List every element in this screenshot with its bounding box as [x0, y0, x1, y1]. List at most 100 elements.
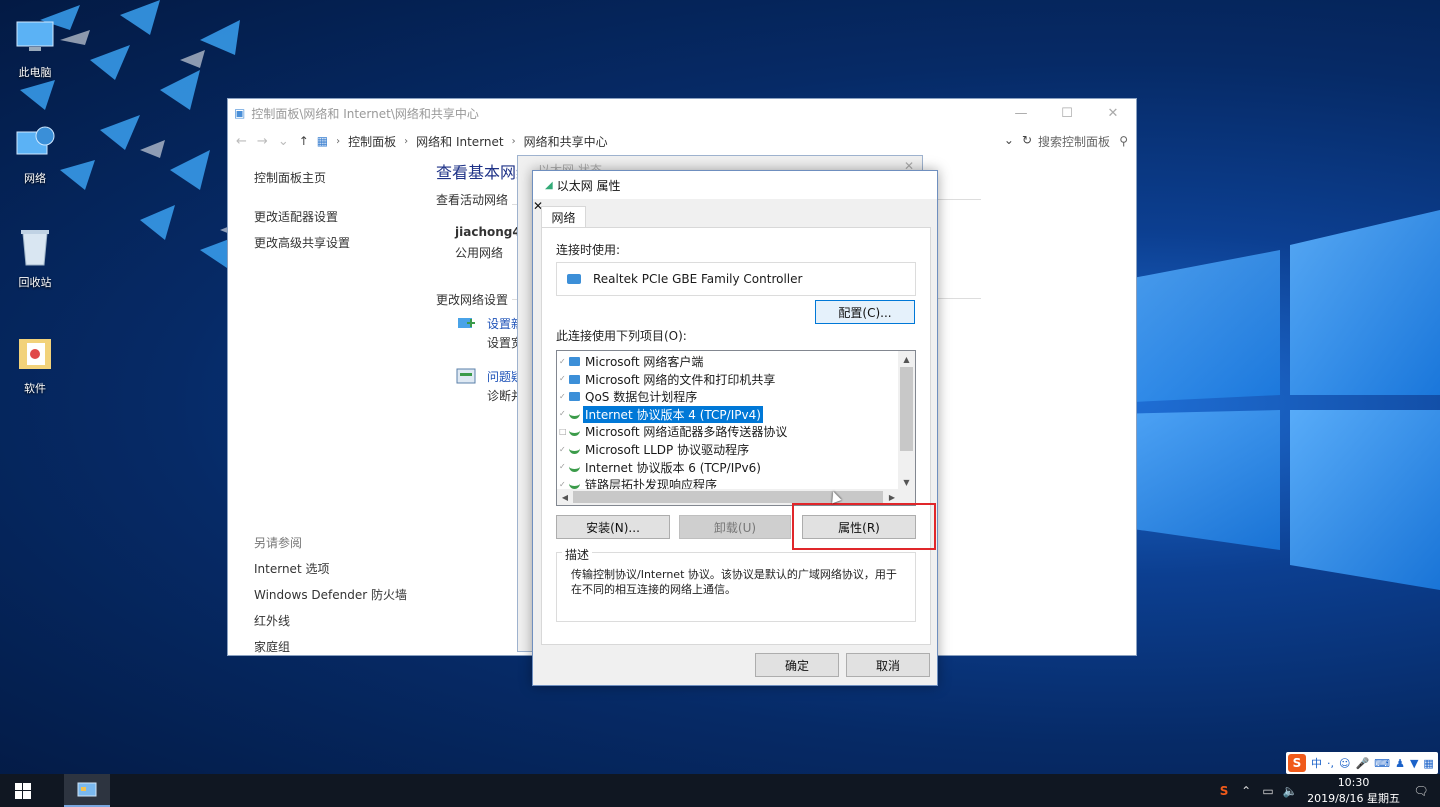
see-also-homegroup[interactable]: 家庭组 [254, 638, 407, 655]
recent-chevron-icon[interactable]: ⌄ [278, 134, 289, 149]
emoji-icon[interactable]: ☺ [1339, 757, 1350, 770]
dialog-titlebar: ◢ 以太网 属性 [533, 171, 937, 199]
taskbar-app-control-panel[interactable] [64, 774, 110, 807]
list-item[interactable]: ✓ Internet 协议版本 4 (TCP/IPv4) [557, 404, 764, 424]
network-tab-panel: 连接时使用: Realtek PCIe GBE Family Controlle… [541, 227, 931, 645]
control-panel-icon: ▦ [316, 134, 329, 148]
scroll-left-arrow-icon[interactable]: ◀ [557, 489, 573, 505]
uninstall-button[interactable]: 卸载(U) [679, 515, 791, 539]
scroll-up-arrow-icon[interactable]: ▲ [898, 351, 915, 367]
checkbox-checked-icon[interactable]: ✓ [559, 357, 567, 366]
checkbox-checked-icon[interactable]: ✓ [559, 480, 567, 489]
cancel-button[interactable]: 取消 [846, 653, 930, 677]
punctuation-icon[interactable]: ·, [1327, 757, 1334, 770]
ime-mode-toggle[interactable]: 中 [1311, 755, 1322, 771]
toolbox-icon[interactable]: ▦ [1423, 757, 1433, 770]
checkbox-checked-icon[interactable]: ✓ [559, 375, 567, 383]
breadcrumb-item[interactable]: 网络和 Internet [416, 133, 503, 150]
highlight-annotation-box [792, 503, 936, 550]
see-also-infrared[interactable]: 红外线 [254, 612, 407, 629]
network-client-icon [569, 374, 580, 384]
checkbox-unchecked-icon[interactable]: □ [559, 427, 567, 436]
keyboard-icon[interactable]: ⌨ [1374, 757, 1390, 770]
sidebar-item-advanced-sharing[interactable]: 更改高级共享设置 [254, 234, 424, 251]
show-hidden-icons-chevron-icon[interactable]: ⌃ [1235, 784, 1257, 798]
sidebar-item-home[interactable]: 控制面板主页 [254, 169, 424, 186]
scrollbar-thumb[interactable] [900, 367, 913, 451]
sidebar: 控制面板主页 更改适配器设置 更改高级共享设置 [254, 169, 424, 260]
adapter-name: Realtek PCIe GBE Family Controller [593, 272, 803, 286]
divider [938, 298, 981, 299]
checkbox-checked-icon[interactable]: ✓ [559, 392, 567, 401]
breadcrumb-item[interactable]: 网络和共享中心 [524, 133, 608, 150]
dialog-close-button[interactable]: ✕ [533, 199, 937, 213]
network-tray-icon[interactable]: ▭ [1257, 784, 1279, 798]
maximize-button[interactable]: ☐ [1044, 99, 1090, 127]
desktop-icon-label: 此电脑 [18, 66, 52, 79]
microphone-icon[interactable]: 🎤 [1355, 757, 1369, 770]
network-globe-icon [12, 120, 58, 166]
vertical-scrollbar[interactable]: ▲ ▼ [898, 351, 915, 490]
search-input[interactable]: 搜索控制面板 ⚲ [1038, 130, 1128, 152]
items-label: 此连接使用下列项目(O): [556, 329, 687, 343]
desktop-icon-label: 软件 [24, 382, 46, 395]
sidebar-item-adapter-settings[interactable]: 更改适配器设置 [254, 208, 424, 225]
list-item[interactable]: ✓ Internet 协议版本 6 (TCP/IPv6) [557, 459, 763, 476]
checkbox-checked-icon[interactable]: ✓ [559, 463, 567, 471]
list-item-label: Microsoft 网络的文件和打印机共享 [585, 372, 776, 387]
minimize-button[interactable]: — [998, 99, 1044, 127]
chevron-right-icon: › [404, 135, 409, 147]
start-button[interactable] [0, 774, 46, 807]
clock[interactable]: 10:30 2019/8/16 星期五 [1307, 775, 1400, 807]
description-text: 传输控制协议/Internet 协议。该协议是默认的广域网络协议，用于在不同的相… [571, 568, 897, 596]
see-also-heading: 另请参阅 [254, 536, 303, 550]
forward-arrow-icon[interactable]: → [257, 134, 268, 149]
list-item[interactable]: ✓ QoS 数据包计划程序 [557, 388, 699, 405]
close-button[interactable]: ✕ [1090, 99, 1136, 127]
up-arrow-icon[interactable]: ↑ [299, 134, 309, 148]
dropdown-chevron-icon[interactable]: ⌄ [1004, 133, 1014, 147]
desktop-icon-this-pc[interactable]: 此电脑 [0, 14, 70, 80]
window-title: 控制面板\网络和 Internet\网络和共享中心 [251, 106, 479, 121]
desktop-icon-software-folder[interactable]: 软件 [0, 330, 70, 396]
breadcrumb-item[interactable]: 控制面板 [348, 133, 396, 150]
desktop-icon-network[interactable]: 网络 [0, 120, 70, 186]
list-item[interactable]: ✓ Microsoft 网络客户端 [557, 353, 705, 370]
user-icon[interactable]: ♟ [1395, 757, 1405, 770]
ok-button[interactable]: 确定 [755, 653, 839, 677]
ime-toolbar: S 中 ·, ☺ 🎤 ⌨ ♟ ▼ ▦ [1286, 752, 1438, 774]
troubleshoot-icon [456, 367, 476, 385]
components-list[interactable]: ✓ Microsoft 网络客户端 ✓ Microsoft 网络的文件和打印机共享 ✓ Q… [556, 350, 916, 506]
network-type: 公用网络 [455, 246, 504, 260]
back-arrow-icon[interactable]: ← [236, 134, 247, 149]
window-controls: — ☐ ✕ [998, 99, 1136, 127]
see-also-internet-options[interactable]: Internet 选项 [254, 560, 407, 577]
checkbox-checked-icon[interactable]: ✓ [559, 445, 567, 454]
refresh-icon[interactable]: ↻ [1022, 133, 1032, 147]
list-item[interactable]: □ Microsoft 网络适配器多路传送器协议 [557, 423, 789, 440]
checkbox-checked-icon[interactable]: ✓ [559, 410, 567, 418]
list-item-label: Microsoft 网络适配器多路传送器协议 [585, 425, 788, 440]
configure-button[interactable]: 配置(C)... [815, 300, 915, 324]
list-item[interactable]: ✓ Microsoft LLDP 协议驱动程序 [557, 441, 751, 458]
sogou-logo-icon[interactable]: S [1288, 754, 1306, 772]
dialog-title: 以太网 属性 [556, 178, 621, 193]
volume-icon[interactable]: 🔈 [1279, 784, 1301, 798]
system-tray: S ⌃ ▭ 🔈 10:30 2019/8/16 星期五 🗨 [1213, 774, 1440, 807]
see-also-firewall[interactable]: Windows Defender 防火墙 [254, 586, 407, 603]
search-icon: ⚲ [1119, 134, 1128, 148]
sogou-tray-icon[interactable]: S [1213, 784, 1235, 798]
install-button[interactable]: 安装(N)... [556, 515, 670, 539]
list-item[interactable]: ✓ Microsoft 网络的文件和打印机共享 [557, 371, 777, 388]
action-center-icon[interactable]: 🗨 [1410, 784, 1432, 798]
windows-start-icon [15, 782, 31, 799]
list-item-label: QoS 数据包计划程序 [585, 390, 698, 405]
setup-connection-icon [456, 314, 476, 332]
clock-time: 10:30 [1337, 775, 1370, 789]
tab-network[interactable]: 网络 [541, 206, 586, 228]
desktop-icon-recycle-bin[interactable]: 回收站 [0, 224, 70, 290]
ethernet-icon: ◢ [545, 179, 553, 191]
adapter-display: Realtek PCIe GBE Family Controller [556, 262, 916, 296]
chevron-right-icon: › [336, 135, 341, 147]
skin-icon[interactable]: ▼ [1410, 757, 1418, 770]
